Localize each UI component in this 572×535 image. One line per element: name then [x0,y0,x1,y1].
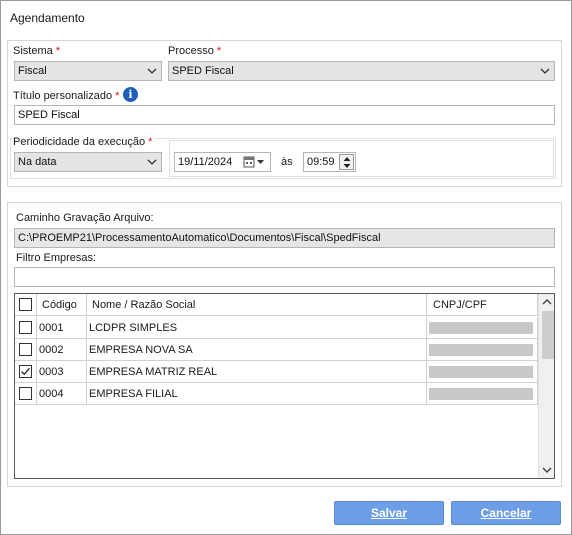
scroll-down-icon[interactable] [542,466,552,474]
sistema-label: Sistema * [13,45,61,57]
scroll-up-icon[interactable] [542,298,552,306]
checkmark-icon [21,367,30,376]
periodicidade-value: Na data [18,156,57,168]
cnpj-redacted-bar [429,344,533,356]
processo-select[interactable]: SPED Fiscal [168,61,555,81]
window-title: Agendamento [10,11,85,25]
cell-nome: EMPRESA MATRIZ REAL [87,361,427,383]
filter-input[interactable] [14,267,555,287]
processo-value: SPED Fiscal [172,65,234,77]
titulo-value: SPED Fiscal [18,109,80,121]
cell-cnpj [427,339,538,361]
spinner-down-icon[interactable] [343,163,351,169]
grid-header: Código Nome / Razão Social CNPJ/CPF [15,294,538,316]
periodicidade-select[interactable]: Na data [14,152,162,172]
vertical-scrollbar[interactable] [538,294,554,478]
codigo-text: 0001 [39,322,64,334]
time-spinner[interactable] [339,154,354,170]
scroll-thumb[interactable] [542,311,554,359]
save-button[interactable]: Salvar [334,501,444,525]
time-separator: às [281,156,293,168]
cnpj-redacted-bar [429,388,533,400]
header-cnpj[interactable]: CNPJ/CPF [427,294,538,316]
select-all-checkbox[interactable] [19,298,32,311]
cell-nome: EMPRESA NOVA SA [87,339,427,361]
nome-text: EMPRESA MATRIZ REAL [89,366,218,378]
time-input[interactable]: 09:59 [303,152,356,172]
nome-text: EMPRESA FILIAL [89,388,178,400]
date-picker[interactable]: 19/11/2024 [174,152,271,172]
codigo-text: 0004 [39,388,64,400]
path-label: Caminho Gravação Arquivo: [16,212,154,224]
chevron-down-icon [147,159,157,165]
cell-cnpj [427,383,538,405]
row-checkbox[interactable] [19,343,32,356]
table-row[interactable]: 0003 EMPRESA MATRIZ REAL [15,361,538,383]
nome-text: LCDPR SIMPLES [89,322,178,334]
row-checkbox[interactable] [19,387,32,400]
chevron-down-icon [147,68,157,74]
cancel-button[interactable]: Cancelar [451,501,561,525]
row-select-cell [15,339,37,361]
cell-cnpj [427,361,538,383]
time-value: 09:59 [307,156,335,168]
path-value: C:\PROEMP21\ProcessamentoAutomatico\Docu… [18,232,381,244]
row-select-cell [15,361,37,383]
select-all-cell [15,294,37,316]
cell-cnpj [427,317,538,339]
row-select-cell [15,383,37,405]
cnpj-redacted-bar [429,366,533,378]
filter-label: Filtro Empresas: [16,252,97,264]
titulo-label: Título personalizado * [13,90,120,102]
table-row[interactable]: 0002 EMPRESA NOVA SA [15,339,538,361]
header-nome[interactable]: Nome / Razão Social [87,294,427,316]
row-select-cell [15,317,37,339]
date-value: 19/11/2024 [178,156,233,168]
cell-codigo: 0002 [37,339,87,361]
titulo-input[interactable]: SPED Fiscal [14,105,555,125]
cell-codigo: 0001 [37,317,87,339]
codigo-text: 0002 [39,344,64,356]
table-row[interactable]: 0001 LCDPR SIMPLES [15,317,538,339]
cell-codigo: 0004 [37,383,87,405]
row-checkbox[interactable] [19,321,32,334]
calendar-icon[interactable] [243,156,267,168]
sistema-select[interactable]: Fiscal [14,61,162,81]
cell-nome: LCDPR SIMPLES [87,317,427,339]
row-checkbox[interactable] [19,365,32,378]
header-codigo[interactable]: Código [37,294,87,316]
cell-nome: EMPRESA FILIAL [87,383,427,405]
processo-label: Processo * [168,45,222,57]
agendamento-dialog: Agendamento Sistema * Fiscal Processo * SP… [0,0,572,535]
cnpj-redacted-bar [429,322,533,334]
chevron-down-icon [540,68,550,74]
empresas-grid: Código Nome / Razão Social CNPJ/CPF 0001… [14,293,555,479]
sistema-value: Fiscal [18,65,47,77]
periodicidade-label: Periodicidade da execução * [13,136,155,148]
table-row[interactable]: 0004 EMPRESA FILIAL [15,383,538,405]
spinner-up-icon[interactable] [343,156,351,162]
nome-text: EMPRESA NOVA SA [89,344,193,356]
path-field: C:\PROEMP21\ProcessamentoAutomatico\Docu… [14,228,555,248]
cell-codigo: 0003 [37,361,87,383]
codigo-text: 0003 [39,366,64,378]
info-icon[interactable]: i [123,87,138,102]
